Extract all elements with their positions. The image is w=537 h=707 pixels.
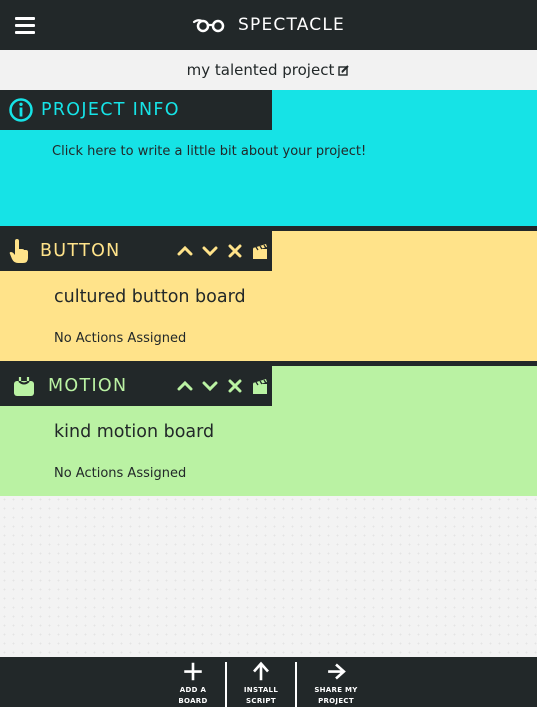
bottom-toolbar: ADD A BOARD INSTALL SCRIPT SHARE MY PROJ… [0,657,537,707]
install-script-button[interactable]: INSTALL SCRIPT [231,657,291,707]
top-bar: SPECTACLE [0,0,537,50]
board-controls [175,366,270,406]
share-project-button[interactable]: SHARE MY PROJECT [306,657,366,707]
board-actions-status: No Actions Assigned [54,466,187,481]
motion-board-header: MOTION [0,366,272,406]
motion-sensor-icon [14,377,34,396]
delete-icon[interactable] [225,241,245,261]
motion-board: kind motion board No Actions Assigned MO… [0,366,537,496]
move-up-icon[interactable] [175,241,195,261]
toolbar-separator [295,662,297,707]
project-info-board: Click here to write a little bit about y… [0,90,537,226]
app-name: SPECTACLE [238,15,345,35]
board-name[interactable]: cultured button board [54,287,246,307]
button-board-header: BUTTON [0,231,272,271]
project-title[interactable]: my talented project [187,61,335,79]
delete-icon[interactable] [225,376,245,396]
edit-icon[interactable] [338,64,350,76]
share-project-label: SHARE MY PROJECT [314,686,358,705]
clapperboard-icon[interactable] [250,376,270,396]
move-up-icon[interactable] [175,376,195,396]
project-title-bar[interactable]: my talented project [0,50,537,90]
hand-pointer-icon [9,239,28,263]
board-type-label: MOTION [48,376,128,396]
move-down-icon[interactable] [200,376,220,396]
install-script-label: INSTALL SCRIPT [243,686,279,705]
arrow-right-icon [328,663,346,680]
info-icon [9,98,33,122]
button-board: cultured button board No Actions Assigne… [0,231,537,361]
add-board-label: ADD A BOARD [178,686,208,705]
plus-icon [184,662,202,681]
arrow-up-icon [253,661,269,681]
clapperboard-icon[interactable] [250,241,270,261]
board-type-label: BUTTON [40,241,121,261]
board-controls [175,231,270,271]
board-actions-status: No Actions Assigned [54,331,187,346]
board-name[interactable]: kind motion board [54,422,214,442]
move-down-icon[interactable] [200,241,220,261]
project-description[interactable]: Click here to write a little bit about y… [52,144,366,159]
glasses-icon [192,19,225,33]
project-info-title: PROJECT INFO [41,100,180,120]
brand: SPECTACLE [0,0,537,50]
project-info-header: PROJECT INFO [0,90,272,130]
add-board-button[interactable]: ADD A BOARD [163,657,223,707]
toolbar-separator [225,662,227,707]
